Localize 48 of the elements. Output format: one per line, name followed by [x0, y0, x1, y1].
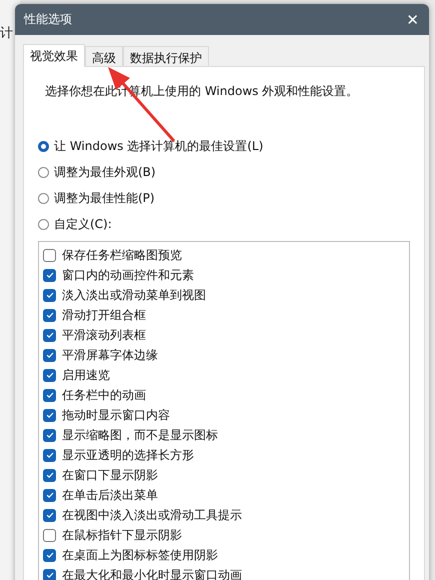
checkbox[interactable]	[43, 448, 56, 462]
checkbox[interactable]	[43, 408, 56, 422]
checkbox-label: 任务栏中的动画	[62, 386, 146, 404]
tab[interactable]: 数据执行保护	[123, 46, 209, 66]
checkbox[interactable]	[43, 248, 56, 262]
checkbox[interactable]	[43, 488, 56, 502]
checkbox-label: 在最大化和最小化时显示窗口动画	[62, 566, 242, 580]
radio-button[interactable]	[38, 219, 49, 230]
checkbox[interactable]	[43, 328, 56, 342]
radio-button[interactable]	[38, 141, 49, 152]
checkbox[interactable]	[43, 528, 56, 542]
radio-button[interactable]	[38, 167, 49, 178]
checkbox-label: 平滑滚动列表框	[62, 326, 146, 344]
window-title: 性能选项	[24, 11, 72, 28]
tab[interactable]: 高级	[85, 46, 123, 66]
checkbox[interactable]	[43, 308, 56, 322]
checkbox-label: 在鼠标指针下显示阴影	[62, 526, 182, 544]
background-text: 计	[0, 25, 13, 42]
radio-label: 自定义(C):	[54, 216, 112, 233]
close-button[interactable]: ✕	[402, 8, 423, 30]
checkbox-label: 显示缩略图，而不是显示图标	[62, 426, 218, 444]
radio-button[interactable]	[38, 193, 49, 204]
checkbox[interactable]	[43, 548, 56, 562]
radio-label: 调整为最佳外观(B)	[54, 164, 156, 181]
checkbox[interactable]	[43, 388, 56, 402]
checkbox-label: 在单击后淡出菜单	[62, 486, 158, 504]
checkbox[interactable]	[43, 508, 56, 522]
checkbox-label: 显示亚透明的选择长方形	[62, 446, 194, 464]
checkbox[interactable]	[43, 568, 56, 580]
checkbox-label: 在窗口下显示阴影	[62, 466, 158, 484]
checkbox-label: 保存任务栏缩略图预览	[62, 246, 182, 264]
checkbox-label: 平滑屏幕字体边缘	[62, 346, 158, 364]
checkbox[interactable]	[43, 368, 56, 382]
checkbox[interactable]	[43, 288, 56, 302]
checkbox-label: 启用速览	[62, 366, 110, 384]
checkbox[interactable]	[43, 468, 56, 482]
checkbox-label: 拖动时显示窗口内容	[62, 406, 170, 424]
checkbox-label: 窗口内的动画控件和元素	[62, 266, 194, 284]
checkbox-label: 在视图中淡入淡出或滑动工具提示	[62, 506, 242, 524]
checkbox-label: 在桌面上为图标标签使用阴影	[62, 546, 218, 564]
checkbox-label: 滑动打开组合框	[62, 306, 146, 324]
radio-label: 调整为最佳性能(P)	[54, 190, 155, 207]
tab[interactable]: 视觉效果	[23, 44, 85, 67]
checkbox[interactable]	[43, 428, 56, 442]
radio-label: 让 Windows 选择计算机的最佳设置(L)	[54, 138, 264, 155]
checkbox-label: 淡入淡出或滑动菜单到视图	[62, 286, 206, 304]
checkbox[interactable]	[43, 268, 56, 282]
checkbox[interactable]	[43, 348, 56, 362]
